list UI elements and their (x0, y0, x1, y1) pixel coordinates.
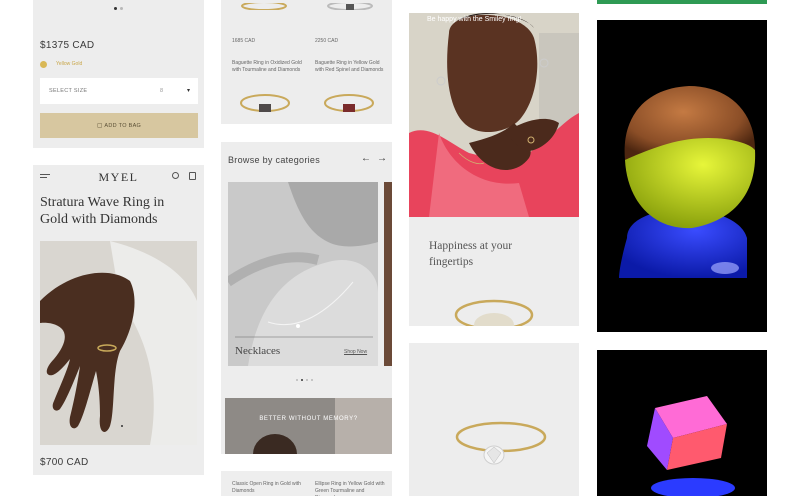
smiley-promo-card: Be happy with the Smiley ring! Happiness… (409, 13, 579, 326)
smiley-model-photo[interactable]: Be happy with the Smiley ring! (409, 13, 579, 217)
sphere-render (619, 86, 756, 278)
grid-bottom-name-right[interactable]: Ellipse Ring in Yellow Gold with Green T… (315, 481, 387, 496)
shop-now-link[interactable]: Shop Now (344, 349, 367, 355)
ring-product-card (409, 343, 579, 496)
size-select-marker: 8 (160, 88, 164, 94)
add-to-bag-label: ▢ ADD TO BAG (96, 123, 142, 129)
hand-ring-photo (40, 241, 197, 445)
next-slide-peek[interactable] (384, 182, 392, 366)
carousel-dot[interactable] (120, 7, 123, 10)
bag-icon[interactable] (189, 172, 196, 180)
arrow-right-icon[interactable]: → (377, 153, 387, 164)
solitaire-ring-image[interactable] (449, 413, 549, 473)
product-grid-card: 1685 CAD 2250 CAD Baguette Ring in Oxidi… (221, 0, 392, 124)
cube-render (647, 396, 735, 496)
size-select-label: SELECT SIZE (49, 88, 88, 94)
arrow-left-icon[interactable]: ← (361, 153, 371, 164)
tagline-line2: fingertips (429, 256, 474, 268)
metal-label: Yellow Gold (56, 61, 83, 67)
slide-title: Necklaces (235, 345, 281, 357)
categories-heading: Browse by categories (228, 155, 321, 165)
green-card-edge (597, 0, 767, 4)
sphere-render-card[interactable] (597, 20, 767, 332)
product-title-line1: Stratura Wave Ring in (40, 195, 165, 210)
product-detail-card: $1375 CAD Yellow Gold SELECT SIZE 8 ▾ ▢ … (33, 0, 204, 148)
grid-price-left: 1685 CAD (232, 38, 256, 44)
categories-card: Browse by categories ← → Necklaces Shop … (221, 142, 392, 454)
mobile-product-price: $700 CAD (40, 457, 89, 468)
ring-image-left[interactable] (235, 86, 295, 120)
carousel-dot[interactable] (296, 379, 298, 381)
necklaces-slide[interactable]: Necklaces Shop Now (228, 182, 378, 366)
grid-bottom-name-left[interactable]: Classic Open Ring in Gold with Diamonds (232, 481, 304, 495)
search-icon[interactable] (172, 172, 179, 179)
carousel-dot-active[interactable] (114, 7, 117, 10)
memory-banner[interactable]: BETTER WITHOUT MEMORY? (225, 398, 392, 454)
bag-icon: ▢ (96, 123, 103, 129)
carousel-dot[interactable] (311, 379, 313, 381)
carousel-dot-active[interactable] (301, 379, 303, 381)
carousel-dot-active[interactable] (121, 425, 123, 427)
size-select[interactable]: SELECT SIZE 8 ▾ (40, 78, 198, 104)
grid-name-left[interactable]: Baguette Ring in Oxidized Gold with Tour… (232, 60, 304, 74)
ring-thumb-left[interactable] (239, 0, 289, 10)
smiley-ring-image[interactable] (449, 285, 539, 326)
grid-name-right[interactable]: Baguette Ring in Yellow Gold with Red Sp… (315, 60, 387, 74)
cube-render-card[interactable] (597, 350, 767, 496)
ring-image-right[interactable] (319, 86, 379, 120)
smiley-caption: Be happy with the Smiley ring! (427, 16, 522, 23)
add-to-bag-button[interactable]: ▢ ADD TO BAG (40, 113, 198, 138)
chevron-down-icon: ▾ (187, 88, 191, 94)
mobile-product-card: MYEL Stratura Wave Ring in Gold with Dia… (33, 165, 204, 475)
grid-price-right: 2250 CAD (315, 38, 339, 44)
metal-swatch[interactable] (40, 61, 47, 68)
tagline-line1: Happiness at your (429, 240, 513, 252)
banner-text: BETTER WITHOUT MEMORY? (259, 416, 358, 422)
ring-thumb-right[interactable] (325, 0, 375, 10)
product-grid-bottom: Classic Open Ring in Gold with Diamonds … (221, 471, 392, 496)
carousel-dot[interactable] (306, 379, 308, 381)
product-title-line2: Gold with Diamonds (40, 212, 158, 227)
product-price: $1375 CAD (40, 40, 95, 51)
